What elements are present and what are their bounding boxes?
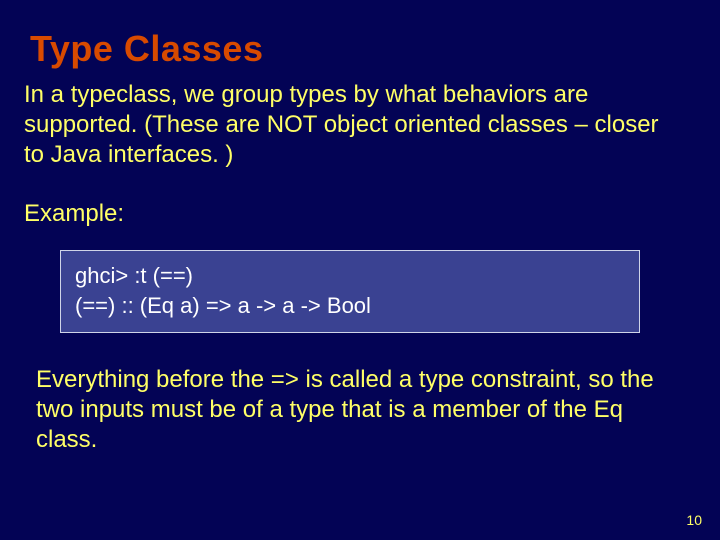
example-label: Example:	[0, 170, 720, 228]
explanation-paragraph: Everything before the => is called a typ…	[0, 333, 720, 455]
code-block: ghci> :t (==) (==) :: (Eq a) => a -> a -…	[60, 250, 640, 333]
page-number: 10	[686, 512, 702, 528]
code-line-2: (==) :: (Eq a) => a -> a -> Bool	[75, 291, 625, 321]
intro-paragraph: In a typeclass, we group types by what b…	[0, 70, 720, 170]
slide-title: Type Classes	[0, 0, 720, 70]
slide: Type Classes In a typeclass, we group ty…	[0, 0, 720, 540]
code-line-1: ghci> :t (==)	[75, 261, 625, 291]
